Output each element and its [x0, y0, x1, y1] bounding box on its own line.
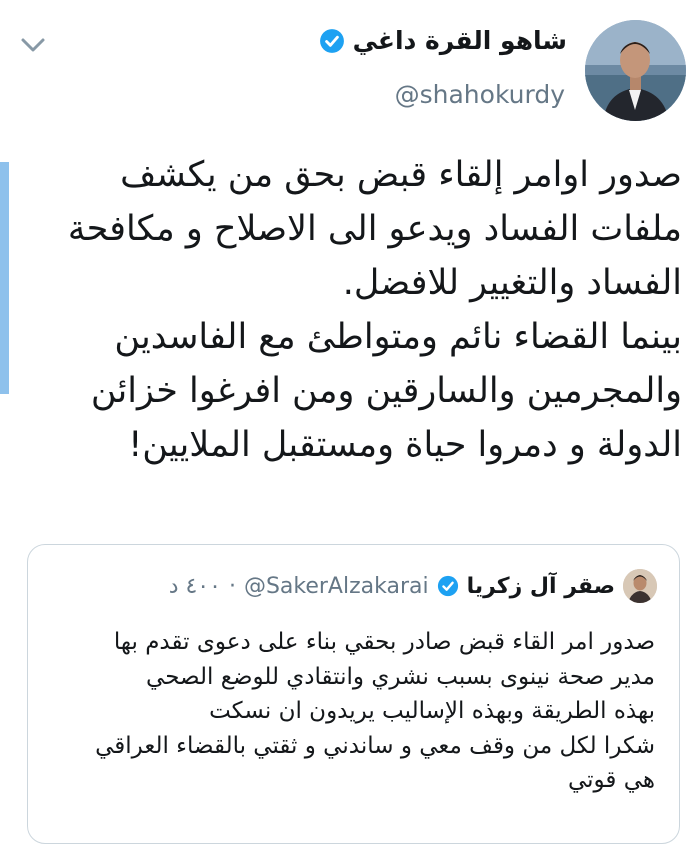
profile-photo	[623, 569, 657, 603]
scroll-accent-strip	[0, 162, 9, 394]
tweet-text: صدور اوامر إلقاء قبض بحق من يكشف ملفات ا…	[18, 148, 682, 472]
tweet-text-line: ملفات الفساد ويدعو الى الاصلاح و مكافحة	[67, 209, 682, 249]
quoted-author-avatar[interactable]	[623, 569, 657, 603]
verified-badge-icon	[319, 28, 344, 53]
tweet-text-line: والمجرمين والسارقين ومن افرغوا خزائن	[90, 371, 682, 411]
quoted-tweet-timestamp[interactable]: ٤٠٠ د	[169, 574, 221, 599]
quoted-author-name[interactable]: صقر آل زكريا	[467, 574, 615, 599]
quoted-tweet-card[interactable]: صقر آل زكريا @SakerAlzakarai · ٤٠٠ د صدو…	[27, 544, 680, 844]
quoted-text-line: صدور امر القاء قبض صادر بحقي بناء على دع…	[113, 629, 655, 655]
tweet-header: شاهو القرة داغي @shahokurdy	[0, 0, 700, 140]
chevron-down-icon[interactable]	[20, 36, 46, 54]
quoted-author-handle[interactable]: @SakerAlzakarai	[244, 574, 429, 599]
separator-dot: ·	[228, 573, 236, 599]
tweet-text-line: الفساد والتغيير للافضل.	[342, 263, 682, 303]
author-display-name[interactable]: شاهو القرة داغي	[319, 26, 567, 55]
quoted-text-line: مدير صحة نينوى بسبب نشري وانتقادي للوضع …	[146, 663, 655, 690]
verified-badge-icon	[437, 575, 458, 597]
tweet-text-line: الدولة و دمروا حياة ومستقبل الملايين!	[128, 425, 682, 465]
author-handle[interactable]: @shahokurdy	[395, 80, 565, 109]
quoted-text-line: هي قوتي	[567, 767, 655, 793]
profile-photo	[585, 20, 686, 121]
author-avatar[interactable]	[585, 20, 686, 121]
quoted-text-line: بهذه الطريقة وبهذه الإساليب يريدون ان نس…	[209, 698, 655, 724]
tweet-text-line: صدور اوامر إلقاء قبض بحق من يكشف	[120, 155, 682, 195]
author-name-text: شاهو القرة داغي	[352, 26, 567, 55]
tweet-text-line: بينما القضاء نائم ومتواطئ مع الفاسدين	[114, 317, 682, 357]
quoted-text-line: شكرا لكل من وقف معي و ساندني و ثقتي بالق…	[95, 732, 655, 759]
quoted-tweet-header: صقر آل زكريا @SakerAlzakarai · ٤٠٠ د	[169, 569, 657, 603]
quoted-tweet-text: صدور امر القاء قبض صادر بحقي بناء على دع…	[45, 625, 655, 798]
